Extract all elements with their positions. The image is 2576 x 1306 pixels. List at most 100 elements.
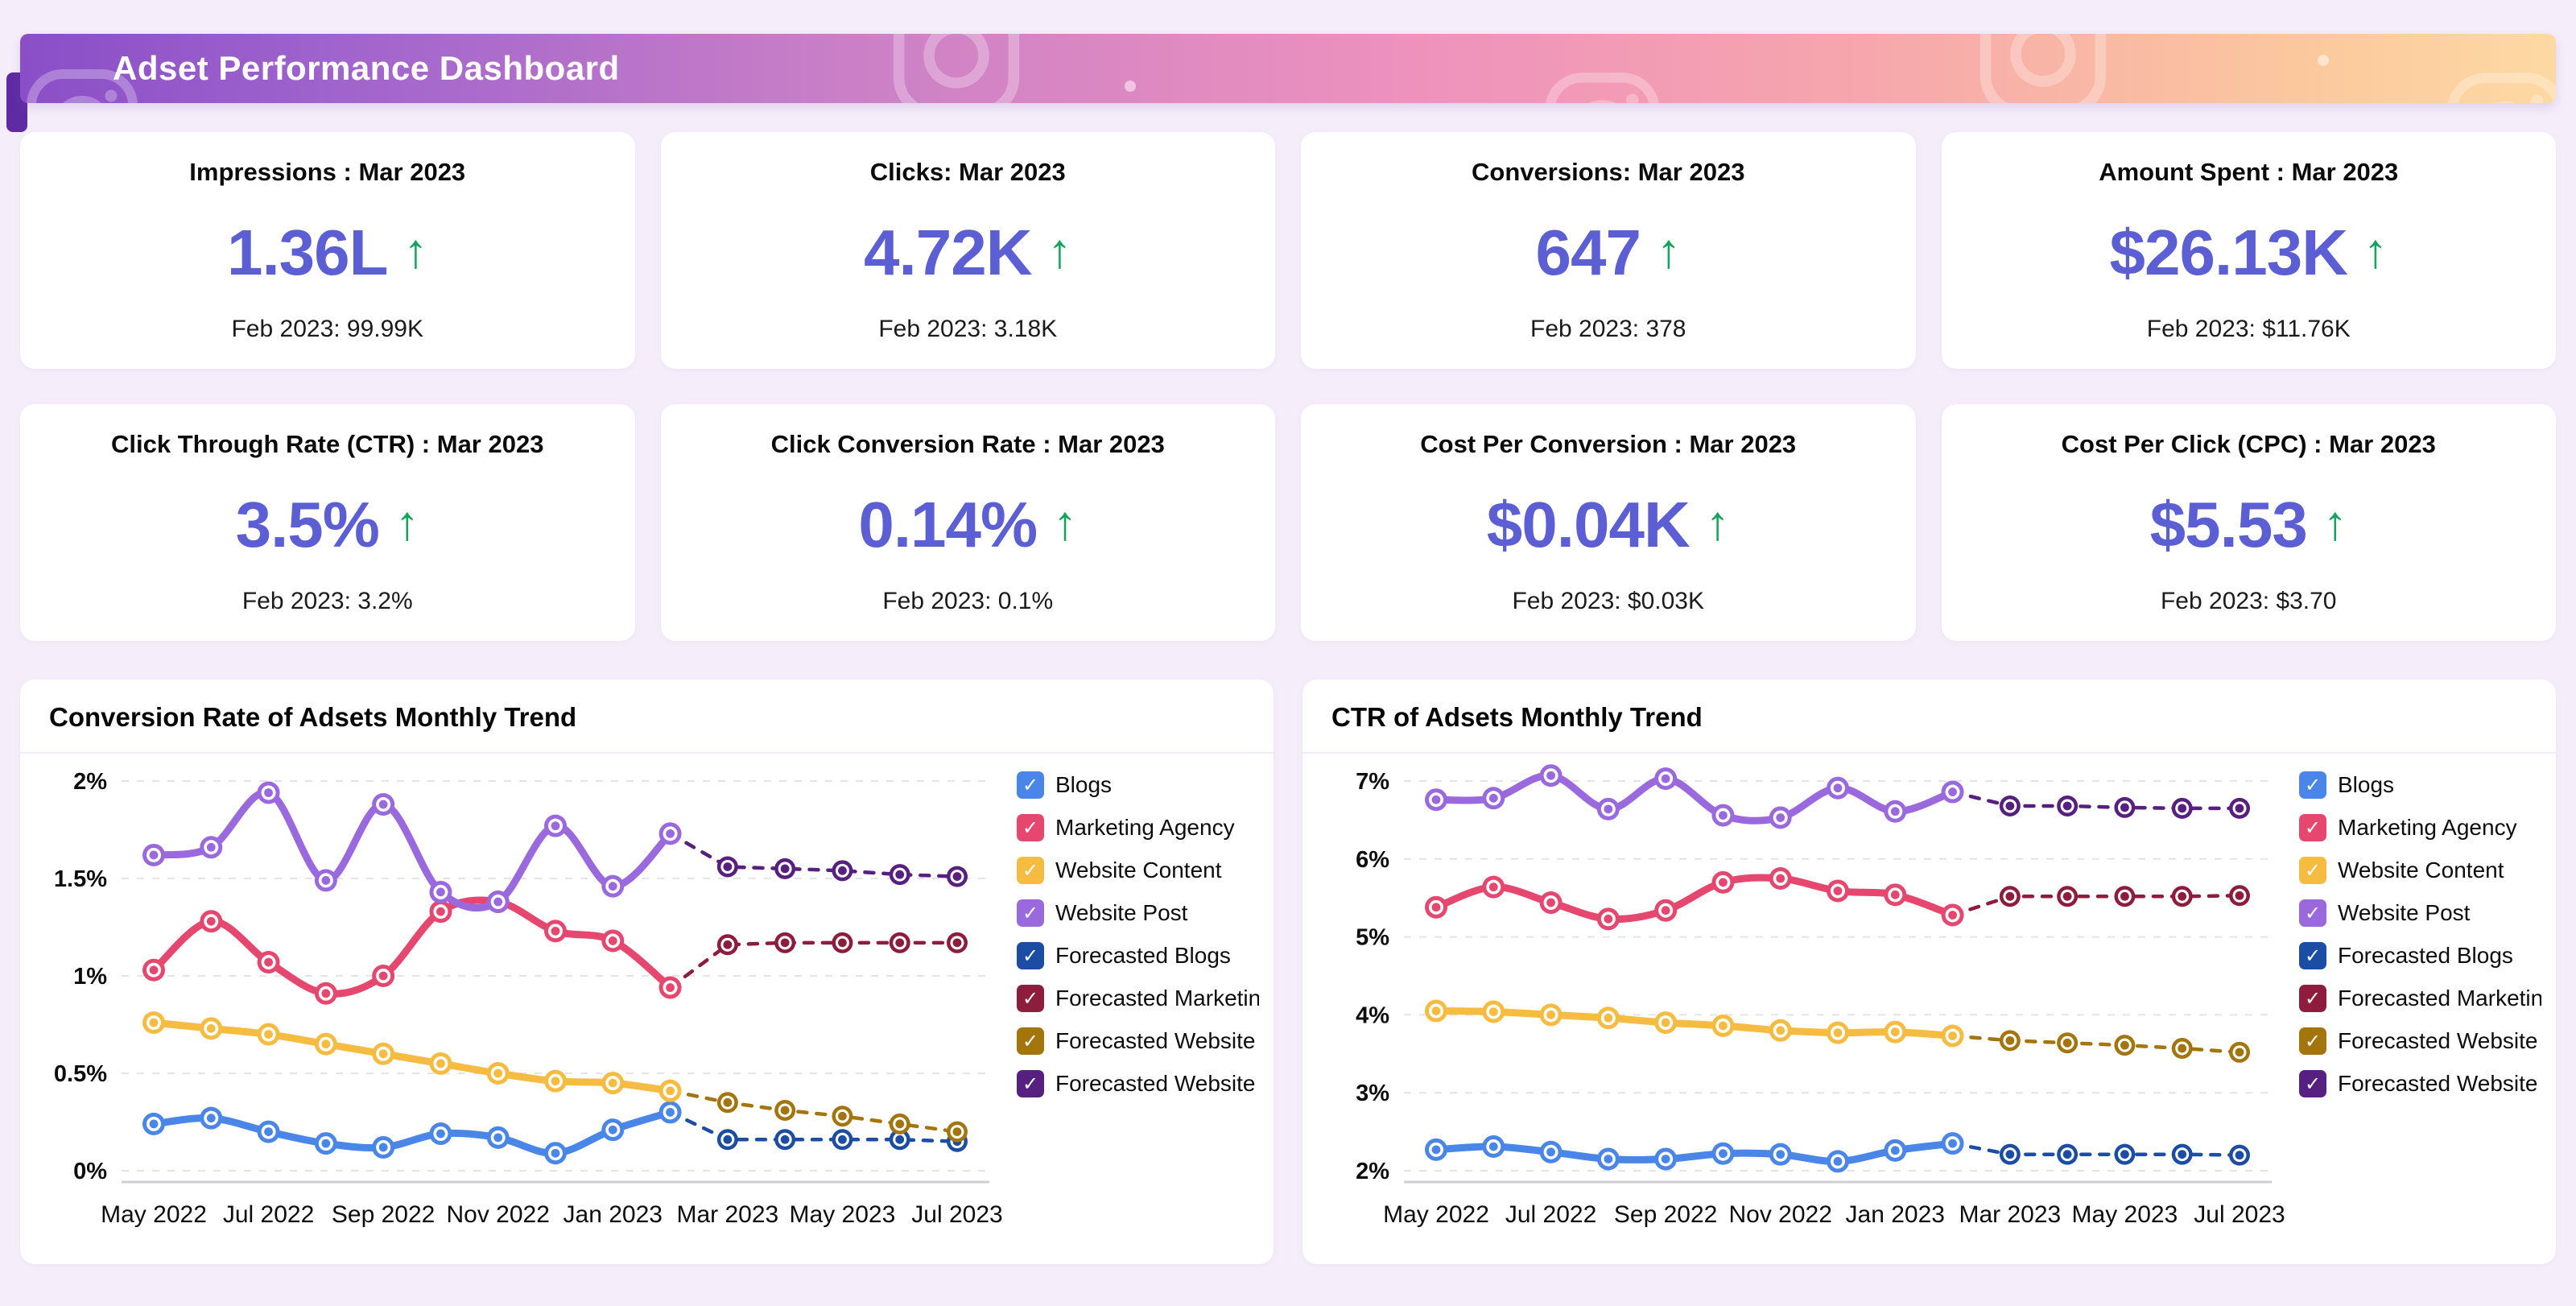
legend-item[interactable]: ✓ Website Post <box>1017 898 1259 928</box>
svg-text:Jul 2023: Jul 2023 <box>2194 1201 2285 1228</box>
legend-checkbox[interactable]: ✓ <box>1017 942 1044 969</box>
legend-label: Forecasted Blogs <box>2338 943 2513 969</box>
check-icon: ✓ <box>2305 816 2321 840</box>
legend-checkbox[interactable]: ✓ <box>2299 985 2326 1012</box>
kpi-previous-value: Feb 2023: $11.76K <box>2147 316 2351 343</box>
legend-item[interactable]: ✓ Forecasted Website Cor <box>2299 1026 2541 1056</box>
conversion-rate-line-chart[interactable]: 2%1.5%1%0.5%0%May 2022Jul 2022Sep 2022No… <box>41 758 1007 1242</box>
svg-text:Jul 2022: Jul 2022 <box>223 1201 314 1228</box>
check-icon: ✓ <box>2305 859 2321 882</box>
svg-text:7%: 7% <box>1356 769 1389 795</box>
legend-checkbox[interactable]: ✓ <box>2299 1070 2326 1097</box>
svg-text:2%: 2% <box>1356 1159 1389 1184</box>
kpi-previous-value: Feb 2023: 3.18K <box>878 316 1057 343</box>
legend-item[interactable]: ✓ Forecasted Marketing A <box>2299 983 2541 1014</box>
kpi-value: 1.36L <box>227 216 388 290</box>
chart-title: Conversion Rate of Adsets Monthly Trend <box>20 680 1274 752</box>
legend-checkbox[interactable]: ✓ <box>1017 899 1044 927</box>
kpi-previous-value: Feb 2023: 0.1% <box>882 588 1053 615</box>
trend-up-arrow-icon: ↑ <box>395 499 419 548</box>
legend-label: Blogs <box>1055 772 1112 798</box>
kpi-previous-value: Feb 2023: 99.99K <box>231 316 423 343</box>
legend-item[interactable]: ✓ Website Post <box>2299 898 2541 928</box>
instagram-icon <box>2442 68 2556 103</box>
kpi-value: 647 <box>1536 216 1641 290</box>
kpi-value: $0.04K <box>1487 488 1690 562</box>
legend-item[interactable]: ✓ Forecasted Website Pos <box>1017 1068 1259 1099</box>
kpi-value-row: $0.04K ↑ <box>1487 488 1730 562</box>
check-icon: ✓ <box>2305 944 2321 968</box>
legend-item[interactable]: ✓ Website Content <box>1017 855 1259 886</box>
check-icon: ✓ <box>2305 987 2321 1010</box>
svg-text:1%: 1% <box>73 964 107 990</box>
kpi-value: 4.72K <box>864 216 1031 290</box>
kpi-value: 3.5% <box>236 488 379 562</box>
legend-label: Marketing Agency <box>2338 815 2517 841</box>
legend-label: Website Post <box>2338 900 2470 926</box>
kpi-row-2: Click Through Rate (CTR) : Mar 2023 3.5%… <box>20 404 2556 641</box>
check-icon: ✓ <box>1022 774 1038 797</box>
legend-item[interactable]: ✓ Blogs <box>1017 770 1259 800</box>
legend-label: Blogs <box>2338 772 2394 798</box>
legend-checkbox[interactable]: ✓ <box>2299 814 2326 841</box>
kpi-previous-value: Feb 2023: $0.03K <box>1512 588 1704 615</box>
legend-label: Website Post <box>1055 900 1187 926</box>
check-icon: ✓ <box>1022 944 1038 968</box>
svg-text:May 2022: May 2022 <box>1383 1201 1489 1228</box>
svg-text:Nov 2022: Nov 2022 <box>1728 1201 1831 1228</box>
legend-checkbox[interactable]: ✓ <box>1017 814 1044 841</box>
instagram-icon <box>1540 68 1665 103</box>
legend-checkbox[interactable]: ✓ <box>2299 942 2326 969</box>
kpi-previous-value: Feb 2023: $3.70 <box>2161 588 2337 615</box>
legend-checkbox[interactable]: ✓ <box>2299 771 2326 799</box>
legend-checkbox[interactable]: ✓ <box>2299 857 2326 884</box>
kpi-title: Cost Per Conversion : Mar 2023 <box>1420 430 1796 459</box>
chart-title: CTR of Adsets Monthly Trend <box>1302 680 2556 752</box>
legend-label: Forecasted Marketing A <box>1055 986 1259 1011</box>
kpi-value-row: 1.36L ↑ <box>227 216 428 290</box>
kpi-card: Cost Per Conversion : Mar 2023 $0.04K ↑ … <box>1301 404 1916 641</box>
legend-item[interactable]: ✓ Forecasted Marketing A <box>1017 983 1259 1014</box>
svg-text:2%: 2% <box>73 769 107 795</box>
dashboard-header: Adset Performance Dashboard <box>20 34 2556 103</box>
decor-dot <box>2318 55 2329 66</box>
legend-label: Website Content <box>1055 858 1222 883</box>
legend-item[interactable]: ✓ Forecasted Blogs <box>2299 940 2541 971</box>
legend-checkbox[interactable]: ✓ <box>1017 1027 1044 1055</box>
kpi-card: Impressions : Mar 2023 1.36L ↑ Feb 2023:… <box>20 132 635 369</box>
legend-item[interactable]: ✓ Forecasted Website Pos <box>2299 1068 2541 1099</box>
svg-text:Sep 2022: Sep 2022 <box>1614 1201 1717 1228</box>
legend-item[interactable]: ✓ Blogs <box>2299 770 2541 800</box>
legend-checkbox[interactable]: ✓ <box>2299 1027 2326 1055</box>
chart-body: 7%6%5%4%3%2%May 2022Jul 2022Sep 2022Nov … <box>1302 754 2556 1242</box>
legend-item[interactable]: ✓ Marketing Agency <box>1017 812 1259 843</box>
kpi-value-row: 0.14% ↑ <box>858 488 1077 562</box>
check-icon: ✓ <box>1022 902 1038 925</box>
instagram-icon <box>888 34 1025 103</box>
legend-item[interactable]: ✓ Marketing Agency <box>2299 812 2541 843</box>
svg-text:May 2022: May 2022 <box>101 1201 207 1228</box>
kpi-card: Click Through Rate (CTR) : Mar 2023 3.5%… <box>20 404 635 641</box>
legend-item[interactable]: ✓ Forecasted Website Cor <box>1017 1026 1259 1056</box>
legend-item[interactable]: ✓ Forecasted Blogs <box>1017 940 1259 971</box>
legend-checkbox[interactable]: ✓ <box>1017 857 1044 884</box>
trend-up-arrow-icon: ↑ <box>1047 227 1071 275</box>
kpi-value-row: $5.53 ↑ <box>2150 488 2347 562</box>
legend-label: Forecasted Blogs <box>1055 943 1231 969</box>
legend-label: Forecasted Website Pos <box>2338 1071 2541 1097</box>
kpi-card: Cost Per Click (CPC) : Mar 2023 $5.53 ↑ … <box>1942 404 2557 641</box>
svg-text:Mar 2023: Mar 2023 <box>676 1201 778 1228</box>
ctr-line-chart[interactable]: 7%6%5%4%3%2%May 2022Jul 2022Sep 2022Nov … <box>1323 758 2289 1242</box>
svg-text:3%: 3% <box>1356 1081 1389 1106</box>
legend-checkbox[interactable]: ✓ <box>2299 899 2326 927</box>
trend-up-arrow-icon: ↑ <box>1706 499 1730 548</box>
kpi-previous-value: Feb 2023: 3.2% <box>242 588 413 615</box>
legend-checkbox[interactable]: ✓ <box>1017 985 1044 1012</box>
kpi-value: $26.13K <box>2110 216 2347 290</box>
legend-checkbox[interactable]: ✓ <box>1017 771 1044 799</box>
legend-item[interactable]: ✓ Website Content <box>2299 855 2541 886</box>
legend-checkbox[interactable]: ✓ <box>1017 1070 1044 1097</box>
trend-up-arrow-icon: ↑ <box>1657 227 1681 275</box>
svg-text:Nov 2022: Nov 2022 <box>446 1201 549 1228</box>
chart-body: 2%1.5%1%0.5%0%May 2022Jul 2022Sep 2022No… <box>20 754 1274 1242</box>
